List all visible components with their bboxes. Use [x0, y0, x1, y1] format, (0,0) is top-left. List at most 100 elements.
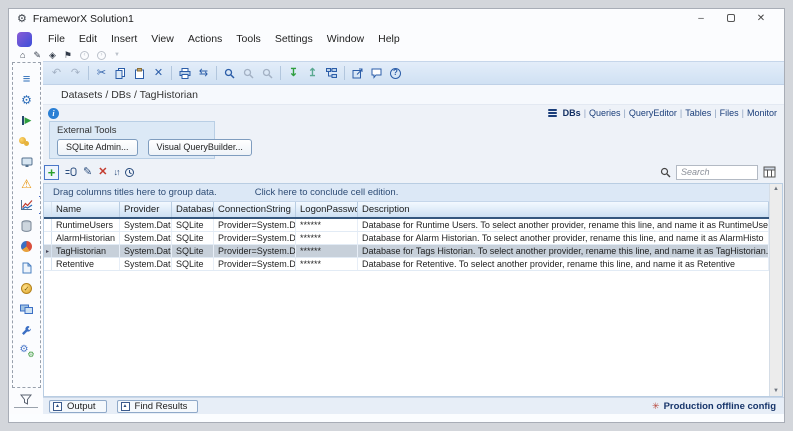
conclude-edit-hint[interactable]: Click here to conclude cell edition.	[255, 187, 399, 198]
sidebar-item-settings[interactable]: ⚙	[16, 91, 38, 108]
cut-icon[interactable]: ✂	[95, 68, 108, 79]
search-input[interactable]	[676, 165, 758, 180]
cell-provider[interactable]: System.Data.S...	[120, 232, 172, 244]
zoom-icon[interactable]	[223, 68, 236, 79]
refresh-icon[interactable]	[124, 167, 135, 178]
cell-logonpassword[interactable]: ******	[296, 232, 358, 244]
nav-back-icon[interactable]: ‹	[80, 51, 89, 60]
table-row-runtimeusers[interactable]: RuntimeUsers System.Data.S... SQLite Pro…	[44, 219, 769, 232]
menu-file[interactable]: File	[41, 31, 72, 47]
sidebar-item-reports[interactable]	[16, 238, 38, 255]
vertical-scrollbar[interactable]: ▲ ▼	[769, 184, 782, 396]
sidebar-item-devices[interactable]	[16, 154, 38, 171]
column-header-database[interactable]: Database	[172, 202, 214, 217]
comment-icon[interactable]	[370, 68, 383, 79]
group-hint[interactable]: Drag columns titles here to group data.	[53, 187, 217, 198]
scroll-up-icon[interactable]: ▲	[773, 186, 779, 192]
table-row-taghistorian-selected[interactable]: ▸ TagHistorian System.Data.S... SQLite P…	[44, 245, 769, 258]
sidebar-item-tags[interactable]	[16, 133, 38, 150]
sidebar-item-datasets[interactable]	[16, 196, 38, 213]
rename-row-icon[interactable]	[65, 167, 77, 177]
tab-tables[interactable]: Tables	[685, 108, 711, 118]
visual-query-builder-button[interactable]: Visual QueryBuilder...	[148, 139, 252, 156]
column-header-connectionstring[interactable]: ConnectionString	[214, 202, 296, 217]
add-row-button[interactable]: +	[44, 165, 59, 180]
info-icon[interactable]: i	[48, 108, 59, 119]
cell-provider[interactable]: System.Data.S...	[120, 245, 172, 257]
edit-row-icon[interactable]: ✎	[83, 167, 92, 178]
sidebar-item-run[interactable]: ▶	[16, 112, 38, 129]
breadcrumb[interactable]: Datasets / DBs / TagHistorian	[61, 89, 198, 101]
undo-icon[interactable]: ↶	[50, 68, 63, 79]
cell-connectionstring[interactable]: Provider=System.Data...	[214, 219, 296, 231]
menu-edit[interactable]: Edit	[72, 31, 104, 47]
field-chooser-icon[interactable]	[763, 166, 776, 178]
cell-database[interactable]: SQLite	[172, 219, 214, 231]
history-dropdown-icon[interactable]: ▼	[114, 52, 120, 58]
menu-window[interactable]: Window	[320, 31, 371, 47]
delete-row-icon[interactable]: ✕	[98, 167, 107, 178]
sidebar-item-alarms[interactable]: ⚠	[16, 175, 38, 192]
sidebar-item-displays[interactable]	[16, 301, 38, 318]
cell-name[interactable]: TagHistorian	[52, 245, 120, 257]
delete-icon[interactable]: ✕	[152, 68, 165, 79]
table-row-retentive[interactable]: Retentive System.Data.S... SQLite Provid…	[44, 258, 769, 271]
tab-dbs[interactable]: DBs	[563, 108, 581, 118]
sidebar-item-historian[interactable]	[16, 217, 38, 234]
startup-icon[interactable]: ◈	[49, 51, 56, 60]
column-header-logonpassword[interactable]: LogonPassword	[296, 202, 358, 217]
menu-tools[interactable]: Tools	[229, 31, 268, 47]
print-icon[interactable]	[178, 68, 191, 79]
cell-description[interactable]: Database for Runtime Users. To select an…	[358, 219, 769, 231]
cell-name[interactable]: AlarmHistorian	[52, 232, 120, 244]
column-header-description[interactable]: Description	[358, 202, 769, 217]
cell-connectionstring[interactable]: Provider=System.Data...	[214, 258, 296, 270]
help-icon[interactable]: ?	[389, 68, 402, 79]
minimize-button[interactable]: –	[686, 10, 716, 28]
sort-icon[interactable]: ↓↑	[113, 167, 118, 177]
sidebar-grip[interactable]	[14, 407, 38, 408]
menu-settings[interactable]: Settings	[268, 31, 320, 47]
restore-button[interactable]	[716, 10, 746, 28]
cell-database[interactable]: SQLite	[172, 258, 214, 270]
scroll-down-icon[interactable]: ▼	[773, 388, 779, 394]
cell-description[interactable]: Database for Retentive. To select anothe…	[358, 258, 769, 270]
copy-icon[interactable]	[114, 68, 127, 79]
column-header-provider[interactable]: Provider	[120, 202, 172, 217]
menu-help[interactable]: Help	[371, 31, 407, 47]
cell-logonpassword[interactable]: ******	[296, 258, 358, 270]
redo-icon[interactable]: ↷	[69, 68, 82, 79]
cell-database[interactable]: SQLite	[172, 245, 214, 257]
column-header-name[interactable]: Name	[52, 202, 120, 217]
cell-provider[interactable]: System.Data.S...	[120, 258, 172, 270]
open-window-icon[interactable]	[351, 68, 364, 79]
menu-insert[interactable]: Insert	[104, 31, 144, 47]
run-flag-icon[interactable]: ⚑	[64, 51, 72, 60]
find-results-panel-button[interactable]: ▲ Find Results	[117, 400, 199, 413]
cell-description[interactable]: Database for Alarm Historian. To select …	[358, 232, 769, 244]
cell-connectionstring[interactable]: Provider=System.Data...	[214, 232, 296, 244]
cell-name[interactable]: RuntimeUsers	[52, 219, 120, 231]
cell-logonpassword[interactable]: ******	[296, 245, 358, 257]
tab-queryeditor[interactable]: QueryEditor	[629, 108, 677, 118]
status-text[interactable]: Production offline config	[664, 401, 776, 412]
tree-view-icon[interactable]	[325, 68, 338, 79]
paste-icon[interactable]	[133, 68, 146, 79]
nav-forward-icon[interactable]: ›	[97, 51, 106, 60]
tab-queries[interactable]: Queries	[589, 108, 621, 118]
menu-actions[interactable]: Actions	[181, 31, 229, 47]
import-tags-icon[interactable]: ↧	[287, 68, 300, 79]
menu-view[interactable]: View	[144, 31, 181, 47]
cell-provider[interactable]: System.Data.S...	[120, 219, 172, 231]
cell-database[interactable]: SQLite	[172, 232, 214, 244]
cell-logonpassword[interactable]: ******	[296, 219, 358, 231]
filter-funnel-icon[interactable]	[20, 394, 32, 405]
export-tags-icon[interactable]: ↥	[306, 68, 319, 79]
app-logo-icon[interactable]	[17, 32, 32, 47]
find-icon[interactable]	[242, 68, 255, 79]
page-setup-icon[interactable]: ⇆	[197, 68, 210, 79]
draw-icon[interactable]: ✎	[33, 51, 41, 60]
sidebar-item-runtime[interactable]: ⚙⚙	[16, 343, 38, 360]
sidebar-item-menu[interactable]: ≡	[16, 70, 38, 87]
tab-monitor[interactable]: Monitor	[747, 108, 777, 118]
